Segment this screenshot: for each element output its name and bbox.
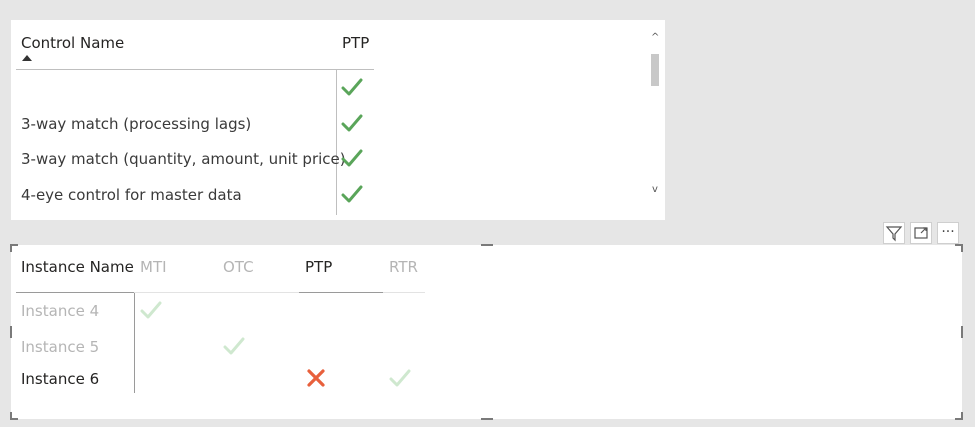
control-table-visual: Control Name PTP 3-way match (processing…	[11, 20, 665, 220]
table-row-label: 4-eye control for master data	[21, 186, 242, 204]
scroll-down-arrow[interactable]: v	[652, 184, 658, 195]
column-header-rtr[interactable]: RTR	[389, 258, 418, 276]
resize-handle[interactable]	[961, 412, 963, 420]
focus-mode-icon[interactable]	[910, 222, 932, 244]
check-icon	[341, 149, 363, 167]
header-divider	[299, 292, 383, 293]
header-divider	[16, 292, 134, 293]
table-row-label: Instance 4	[21, 302, 100, 320]
resize-handle[interactable]	[10, 326, 12, 338]
column-header-otc[interactable]: OTC	[223, 258, 254, 276]
column-divider	[134, 293, 135, 393]
header-divider	[16, 69, 374, 70]
resize-handle[interactable]	[961, 244, 963, 252]
column-header-control-name[interactable]: Control Name	[21, 34, 124, 52]
x-icon	[307, 369, 325, 387]
instance-table-visual[interactable]: Instance Name MTI OTC PTP RTR Instance 4…	[11, 245, 962, 419]
check-icon	[389, 369, 411, 387]
scrollbar-thumb[interactable]	[651, 54, 659, 86]
resize-handle[interactable]	[961, 326, 963, 338]
header-divider	[383, 292, 425, 293]
column-header-ptp[interactable]: PTP	[342, 34, 369, 52]
column-header-instance-name[interactable]: Instance Name	[21, 258, 134, 276]
check-icon	[140, 301, 162, 319]
resize-handle[interactable]	[10, 244, 12, 252]
check-icon	[223, 337, 245, 355]
check-icon	[341, 78, 363, 96]
resize-handle[interactable]	[481, 418, 493, 420]
column-header-ptp[interactable]: PTP	[305, 258, 332, 276]
table-row-label: Instance 6	[21, 370, 100, 388]
column-divider	[336, 70, 337, 215]
table-row-label: Instance 5	[21, 338, 100, 356]
check-icon	[341, 114, 363, 132]
more-options-button[interactable]: ···	[937, 222, 959, 244]
check-icon	[341, 185, 363, 203]
table-row-label: 3-way match (processing lags)	[21, 115, 252, 133]
sort-ascending-icon	[22, 55, 32, 61]
filter-icon[interactable]	[883, 222, 905, 244]
column-header-mti[interactable]: MTI	[140, 258, 167, 276]
table-row-label: 3-way match (quantity, amount, unit pric…	[21, 150, 346, 168]
header-divider	[134, 292, 299, 293]
scroll-up-arrow[interactable]: ^	[651, 32, 659, 43]
resize-handle[interactable]	[10, 412, 12, 420]
resize-handle[interactable]	[481, 244, 493, 246]
